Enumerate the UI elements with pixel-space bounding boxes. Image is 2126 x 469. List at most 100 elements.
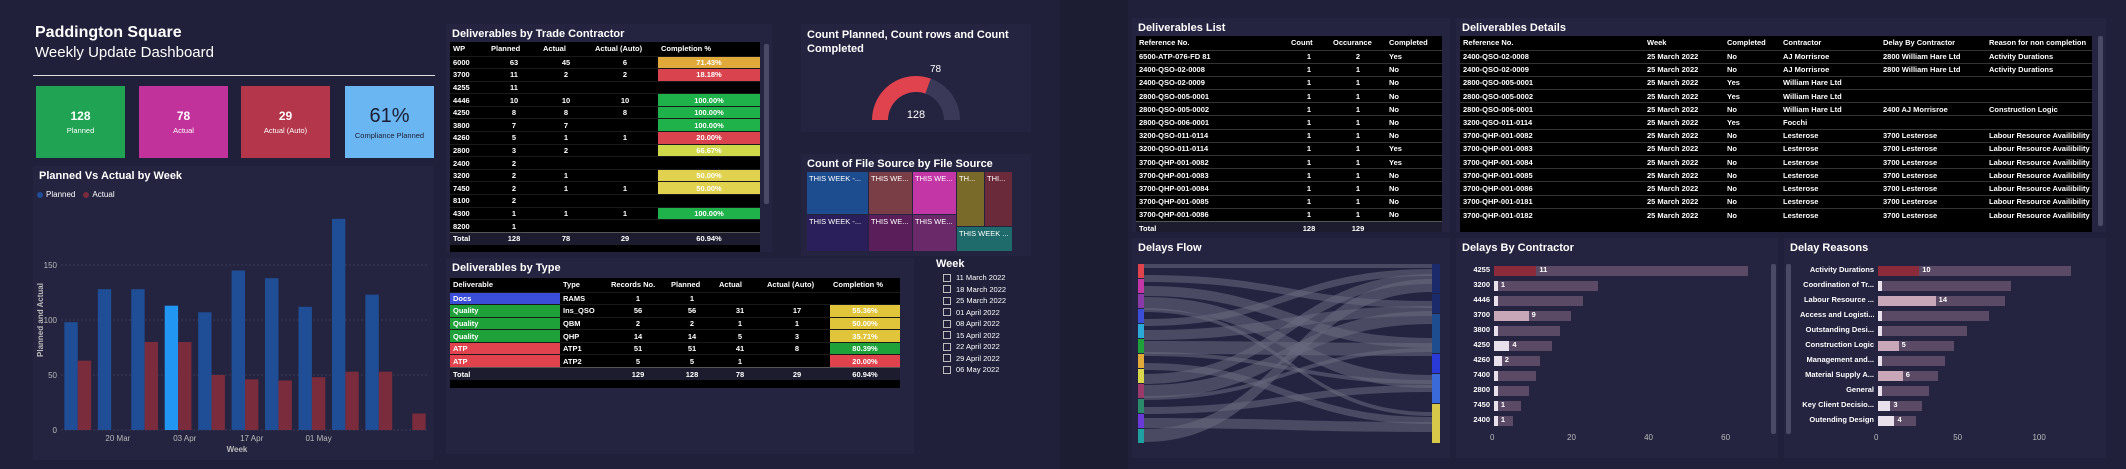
bar-background [1878, 386, 1929, 396]
table-cell: 2800 William Hare Ltd [1880, 62, 1986, 77]
week-checkbox[interactable] [943, 308, 951, 317]
table-cell: 1 [1288, 49, 1330, 64]
ddetail-col-completed[interactable]: Completed [1724, 36, 1780, 50]
trade-col-actual-auto[interactable]: Actual (Auto) [592, 42, 658, 56]
table-row: 8100 2 [450, 194, 760, 208]
total-cell: Total [1136, 220, 1288, 232]
week-checkbox[interactable] [943, 273, 951, 282]
treemap-tile[interactable]: THIS WE... [869, 172, 912, 214]
type-col-actual[interactable]: Actual [716, 278, 764, 292]
flow-target-node [1432, 314, 1440, 353]
bar-category-label: 7400 [1473, 370, 1490, 379]
details-scrollbar[interactable] [2098, 36, 2103, 226]
table-cell: 7 [488, 118, 540, 132]
table-cell: 2400 AJ Morrisroe [1880, 102, 1986, 116]
trade-scrollbar[interactable] [764, 44, 769, 204]
dlist-col-occurance[interactable]: Occurance [1330, 36, 1386, 50]
week-checkbox[interactable] [943, 285, 951, 294]
table-cell: ATP2 [560, 354, 608, 368]
ddetail-col-reference[interactable]: Reference No. [1460, 36, 1644, 50]
week-filter-item[interactable]: 06 May 2022 [943, 364, 1033, 376]
bar-category-label: 4255 [1473, 265, 1490, 274]
trade-col-actual[interactable]: Actual [540, 42, 592, 56]
treemap-tile[interactable]: TH... [957, 172, 984, 226]
ddetail-col-contractor[interactable]: Contractor [1780, 36, 1880, 50]
type-col-actual-auto[interactable]: Actual (Auto) [764, 278, 830, 292]
treemap-tile[interactable]: THIS WEEK -... [807, 215, 868, 251]
table-cell: Lesterose [1780, 141, 1880, 156]
trade-col-planned[interactable]: Planned [488, 42, 540, 56]
type-col-type[interactable]: Type [560, 278, 608, 292]
bar-background [1878, 326, 1967, 336]
bar-category-label: 2800 [1473, 385, 1490, 394]
table-cell: 51 [608, 341, 668, 355]
table-cell: 2400-QSO-02-0008 [1460, 49, 1644, 64]
table-cell: 6500-ATP-076-FD 81 [1136, 49, 1288, 64]
table-row: 3200-QSO-011-0114 1 1 Yes [1136, 141, 1442, 156]
bar-data-label: 1 [1500, 415, 1506, 424]
table-cell: 2800-QSO-005-0001 [1460, 75, 1644, 90]
table-cell: No [1386, 181, 1442, 196]
table-cell: Lesterose [1780, 154, 1880, 169]
table-cell: QBM [560, 316, 608, 330]
table-cell: 3700 [450, 68, 488, 82]
week-filter-item[interactable]: 15 April 2022 [943, 330, 1033, 342]
delay-reasons-scrollbar[interactable] [1786, 264, 1791, 434]
treemap-tile[interactable]: THIS WEEK -... [807, 172, 868, 214]
table-cell: 1 [1288, 141, 1330, 156]
table-cell: 20.00% [658, 131, 760, 145]
delay-reasons-title: Delay Reasons [1790, 242, 1869, 254]
total-cell: 128 [1288, 220, 1330, 232]
table-cell: 3700 Lesterose [1880, 207, 1986, 222]
table-row: 2800-QSO-005-0001 1 1 No [1136, 89, 1442, 103]
table-cell: 1 [1330, 89, 1386, 103]
bar-category-label: 4250 [1473, 340, 1490, 349]
delays-contractor-scrollbar[interactable] [1771, 264, 1776, 434]
type-col-records[interactable]: Records No. [608, 278, 668, 292]
total-cell: 60.94% [658, 231, 760, 245]
gauge-max-label: 128 [907, 109, 925, 121]
dlist-col-count[interactable]: Count [1288, 36, 1330, 50]
week-checkbox[interactable] [943, 342, 951, 351]
week-filter-item[interactable]: 18 March 2022 [943, 284, 1033, 296]
total-cell: 129 [608, 367, 668, 381]
type-col-planned[interactable]: Planned [668, 278, 716, 292]
week-checkbox[interactable] [943, 331, 951, 340]
ddetail-col-reason[interactable]: Reason for non completion [1986, 36, 2092, 50]
deliverables-list-table: Reference No. Count Occurance Completed … [1136, 36, 1442, 232]
table-cell: 11 [488, 80, 540, 94]
trade-col-wp[interactable]: WP [450, 42, 488, 56]
week-filter-item[interactable]: 29 April 2022 [943, 353, 1033, 365]
week-filter-item[interactable]: 25 March 2022 [943, 295, 1033, 307]
trade-col-completion[interactable]: Completion % [658, 42, 760, 56]
treemap-tile[interactable]: THIS WE... [913, 215, 956, 251]
table-row: ATP ATP1 51 51 41 8 80.39% [450, 341, 900, 355]
table-cell: No [1724, 154, 1780, 169]
ddetail-col-week[interactable]: Week [1644, 36, 1724, 50]
ddetail-col-delay-by[interactable]: Delay By Contractor [1880, 36, 1986, 50]
dlist-col-reference[interactable]: Reference No. [1136, 36, 1288, 50]
table-cell: 2 [488, 194, 540, 208]
week-checkbox[interactable] [943, 296, 951, 305]
treemap-tile[interactable]: THIS WE... [913, 172, 956, 214]
week-filter-item[interactable]: 08 April 2022 [943, 318, 1033, 330]
week-filter-item[interactable]: 11 March 2022 [943, 272, 1033, 284]
type-col-deliverable[interactable]: Deliverable [450, 278, 560, 292]
type-col-completion[interactable]: Completion % [830, 278, 900, 292]
week-checkbox[interactable] [943, 365, 951, 374]
week-filter-item[interactable]: 01 April 2022 [943, 307, 1033, 319]
table-cell: AJ Morrisroe [1780, 62, 1880, 77]
dlist-col-completed[interactable]: Completed [1386, 36, 1442, 50]
week-checkbox[interactable] [943, 319, 951, 328]
bar-background [1494, 281, 1599, 291]
treemap-tile[interactable]: THIS WEEK ... [957, 227, 1012, 251]
week-filter-item[interactable]: 22 April 2022 [943, 341, 1033, 353]
table-cell: 6000 [450, 55, 488, 69]
treemap-tile[interactable]: THIS WE... [869, 215, 912, 251]
table-cell: Labour Resource Availibility [1986, 154, 2092, 169]
table-cell: 2400-QSO-02-0008 [1136, 62, 1288, 77]
table-cell [540, 156, 592, 170]
bar-planned [131, 289, 145, 430]
treemap-tile[interactable]: THI... [985, 172, 1012, 226]
week-checkbox[interactable] [943, 354, 951, 363]
